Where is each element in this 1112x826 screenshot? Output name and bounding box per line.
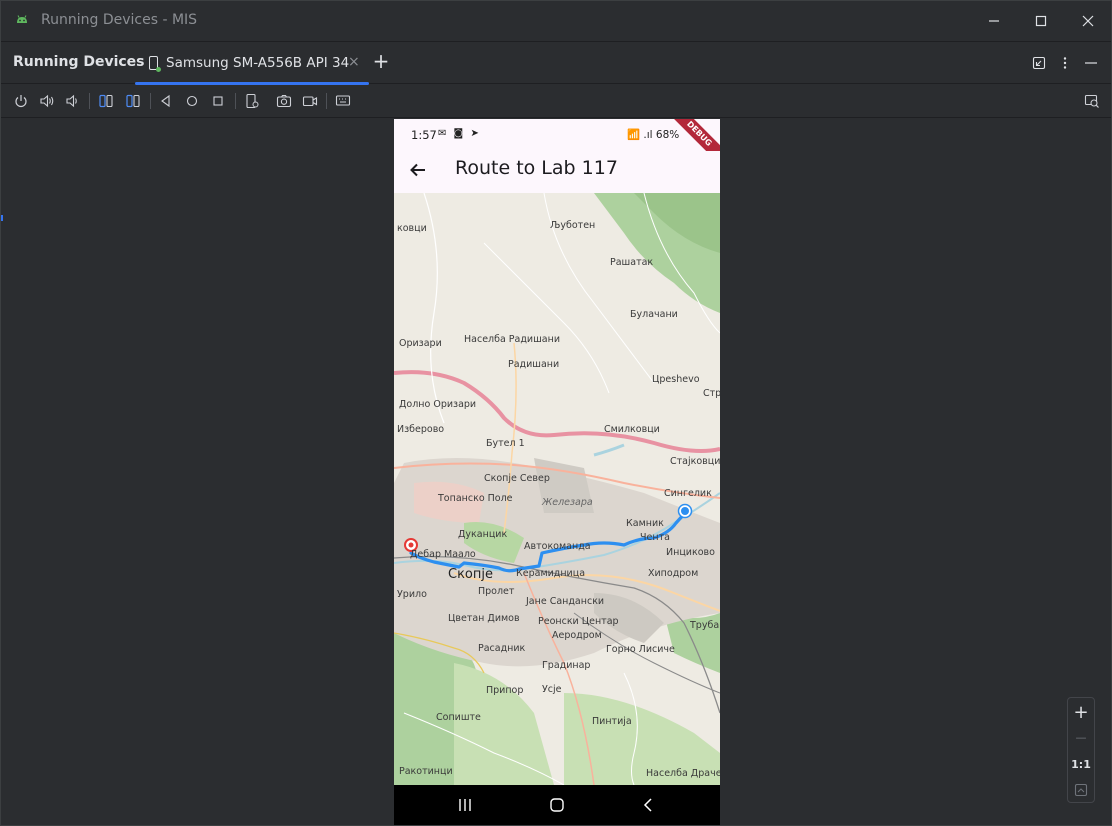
layout-inspector-icon[interactable] — [1083, 92, 1101, 110]
map-label: Железара — [542, 497, 593, 508]
map-label: Пинтија — [592, 716, 632, 727]
zoom-panel: + — 1:1 — [1067, 697, 1095, 803]
map-label: Горно Лисиче — [606, 644, 675, 655]
map-label: Стајковци — [670, 456, 720, 467]
tab-bar: Running Devices Samsung SM-A556B API 34 … — [1, 41, 1111, 85]
map-label: Сингелик — [664, 488, 712, 499]
map-label: Керамидница — [516, 568, 586, 579]
map-label: Автокоманда — [524, 541, 591, 552]
title-bar: Running Devices - MIS — [1, 1, 1111, 41]
map-label: Ракотинци — [399, 766, 453, 777]
map-label: Дуканцик — [458, 529, 508, 540]
map-label: Инциково — [666, 547, 715, 558]
back-nav-icon[interactable] — [638, 795, 658, 815]
volume-down-icon[interactable] — [63, 92, 81, 110]
map-label: Булачани — [630, 309, 678, 320]
device-toolbar — [1, 85, 1111, 118]
rotate-right-icon[interactable] — [124, 92, 142, 110]
map-label: Љуботен — [550, 220, 596, 231]
close-window-button[interactable] — [1073, 7, 1103, 35]
map-label: Радишани — [508, 359, 560, 370]
recent-apps-icon[interactable] — [455, 795, 475, 815]
map-view[interactable]: Љуботен Рашатак Булачани Населба Радишан… — [394, 193, 720, 785]
map-label: Реонски Центар — [538, 616, 619, 627]
volume-up-icon[interactable] — [38, 92, 56, 110]
map-label: Дебар Маало — [410, 549, 476, 560]
ide-window: Running Devices - MIS Running Devices Sa… — [0, 0, 1112, 826]
back-icon[interactable] — [157, 92, 175, 110]
overview-icon[interactable] — [209, 92, 227, 110]
map-label: Хиподром — [648, 568, 699, 579]
map-label: Скопје Север — [484, 473, 550, 484]
app-bar: Route to Lab 117 — [394, 151, 720, 193]
notification-icons: ✉ ◙ ➤ — [438, 128, 481, 139]
home-icon[interactable] — [183, 92, 201, 110]
status-bar: 1:57 ✉ ◙ ➤ 📶 .ıl 68% DEBUG — [394, 119, 720, 168]
gutter-marker — [1, 215, 3, 221]
map-label: ковци — [397, 223, 427, 234]
device-settings-icon[interactable] — [243, 92, 261, 110]
status-right: 📶 .ıl 68% — [627, 129, 680, 141]
map-label: Чента — [640, 532, 670, 543]
collapse-icon[interactable] — [1030, 54, 1048, 72]
tool-window-title: Running Devices — [13, 54, 145, 70]
add-device-button[interactable]: + — [371, 51, 391, 72]
window-title: Running Devices - MIS — [41, 12, 198, 28]
maximize-button[interactable] — [1026, 7, 1056, 35]
more-options-icon[interactable] — [1056, 54, 1074, 72]
close-tab-button[interactable]: × — [348, 54, 360, 70]
map-label: Градинар — [542, 660, 591, 671]
page-title: Route to Lab 117 — [455, 157, 618, 179]
zoom-fit-icon[interactable] — [1068, 778, 1094, 802]
keyboard-icon[interactable] — [334, 92, 352, 110]
tab-device[interactable]: Samsung SM-A556B API 34 × — [135, 42, 369, 85]
back-arrow-icon[interactable] — [407, 159, 429, 181]
minimize-button[interactable] — [979, 7, 1009, 35]
status-time: 1:57 — [411, 128, 437, 142]
zoom-in-button[interactable]: + — [1068, 700, 1094, 724]
map-label: Смилковци — [604, 424, 660, 435]
device-screen[interactable]: 1:57 ✉ ◙ ➤ 📶 .ıl 68% DEBUG Route to Lab … — [394, 119, 720, 825]
system-nav-bar — [394, 785, 720, 825]
device-tab-label: Samsung SM-A556B API 34 — [166, 55, 350, 71]
map-label: Цветан Димов — [448, 613, 520, 624]
screen-record-icon[interactable] — [301, 92, 319, 110]
map-label: Пролет — [478, 586, 515, 597]
hide-panel-icon[interactable] — [1082, 54, 1100, 72]
map-label: Скопје — [448, 567, 493, 582]
map-label: Изберово — [397, 424, 445, 435]
map-label: Топанско Поле — [438, 493, 513, 504]
map-label: Сопиште — [436, 712, 481, 723]
map-label: Долно Оризари — [399, 399, 477, 410]
map-label: Стр — [703, 388, 720, 399]
map-label: Расадник — [478, 643, 526, 654]
map-label: Јане Сандански — [526, 596, 605, 607]
map-label: Камник — [626, 518, 664, 529]
rotate-left-icon[interactable] — [97, 92, 115, 110]
android-icon — [17, 15, 27, 23]
zoom-out-button[interactable]: — — [1068, 725, 1094, 749]
screenshot-icon[interactable] — [275, 92, 293, 110]
zoom-actual-size-button[interactable]: 1:1 — [1068, 752, 1094, 776]
map-label: Трубар — [690, 620, 720, 631]
map-label: Припор — [486, 685, 524, 696]
power-icon[interactable] — [12, 92, 30, 110]
map-label: Урило — [397, 589, 427, 600]
map-label: Усје — [542, 684, 562, 695]
map-label: Бутел 1 — [486, 438, 525, 449]
home-nav-icon[interactable] — [547, 795, 567, 815]
map-label: Рашатак — [610, 257, 654, 268]
map-label: Цреshevo — [652, 374, 700, 385]
map-label: Оризари — [399, 338, 442, 349]
map-label: Аеродром — [552, 630, 602, 641]
map-label: Населба Драчево — [646, 768, 720, 779]
map-label: Населба Радишани — [464, 334, 560, 345]
phone-icon — [149, 56, 161, 72]
